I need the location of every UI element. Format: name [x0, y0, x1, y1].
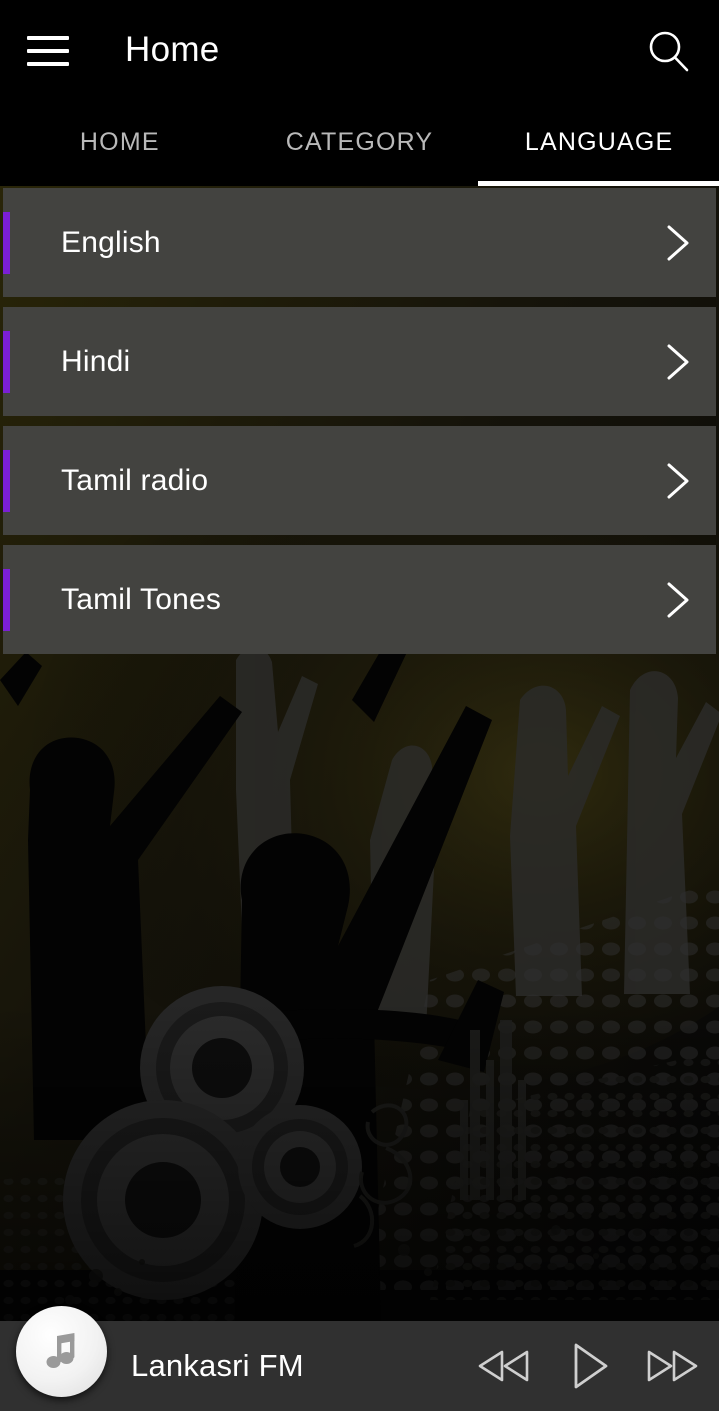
list-item-label: Hindi [61, 344, 131, 378]
menu-bar-1 [27, 36, 69, 40]
list-item-tamil-tones[interactable]: Tamil Tones [3, 545, 716, 654]
accent-bar [3, 568, 10, 631]
rewind-icon [478, 1350, 529, 1382]
accent-bar [3, 211, 10, 274]
rewind-button[interactable] [475, 1342, 533, 1390]
fast-forward-button[interactable] [643, 1342, 701, 1390]
list-item-tamil-radio[interactable]: Tamil radio [3, 426, 716, 535]
music-note-icon [46, 1332, 74, 1368]
tab-bar: HOME CATEGORY LANGUAGE [0, 103, 719, 186]
fast-forward-icon [647, 1350, 698, 1382]
tab-home[interactable]: HOME [0, 103, 240, 182]
app-screen: Home HOME CATEGORY LANGUAGE English Hind… [0, 0, 719, 1411]
active-tab-indicator [478, 181, 719, 186]
list-item-label: English [61, 225, 161, 259]
language-list: English Hindi Tamil radio Tamil Tones [0, 188, 719, 664]
menu-bar-2 [27, 49, 69, 53]
list-item-label: Tamil radio [61, 463, 209, 497]
page-title: Home [125, 30, 220, 69]
chevron-right-icon[interactable] [660, 221, 694, 265]
hamburger-menu-icon[interactable] [25, 28, 71, 74]
mini-player-bar: Lankasri FM [0, 1306, 719, 1411]
tab-language[interactable]: LANGUAGE [479, 103, 719, 182]
list-item-english[interactable]: English [3, 188, 716, 297]
app-bar: Home [0, 0, 719, 103]
chevron-right-icon[interactable] [660, 459, 694, 503]
list-item-hindi[interactable]: Hindi [3, 307, 716, 416]
list-item-label: Tamil Tones [61, 582, 222, 616]
search-icon[interactable] [645, 28, 693, 76]
play-button[interactable] [559, 1342, 617, 1390]
chevron-right-icon[interactable] [660, 578, 694, 622]
chevron-right-icon[interactable] [660, 340, 694, 384]
tab-category[interactable]: CATEGORY [240, 103, 480, 182]
now-playing-title: Lankasri FM [131, 1348, 304, 1383]
player-controls [475, 1342, 701, 1390]
accent-bar [3, 330, 10, 393]
play-icon [574, 1343, 608, 1389]
accent-bar [3, 449, 10, 512]
album-art-button[interactable] [16, 1306, 107, 1397]
menu-bar-3 [27, 62, 69, 66]
